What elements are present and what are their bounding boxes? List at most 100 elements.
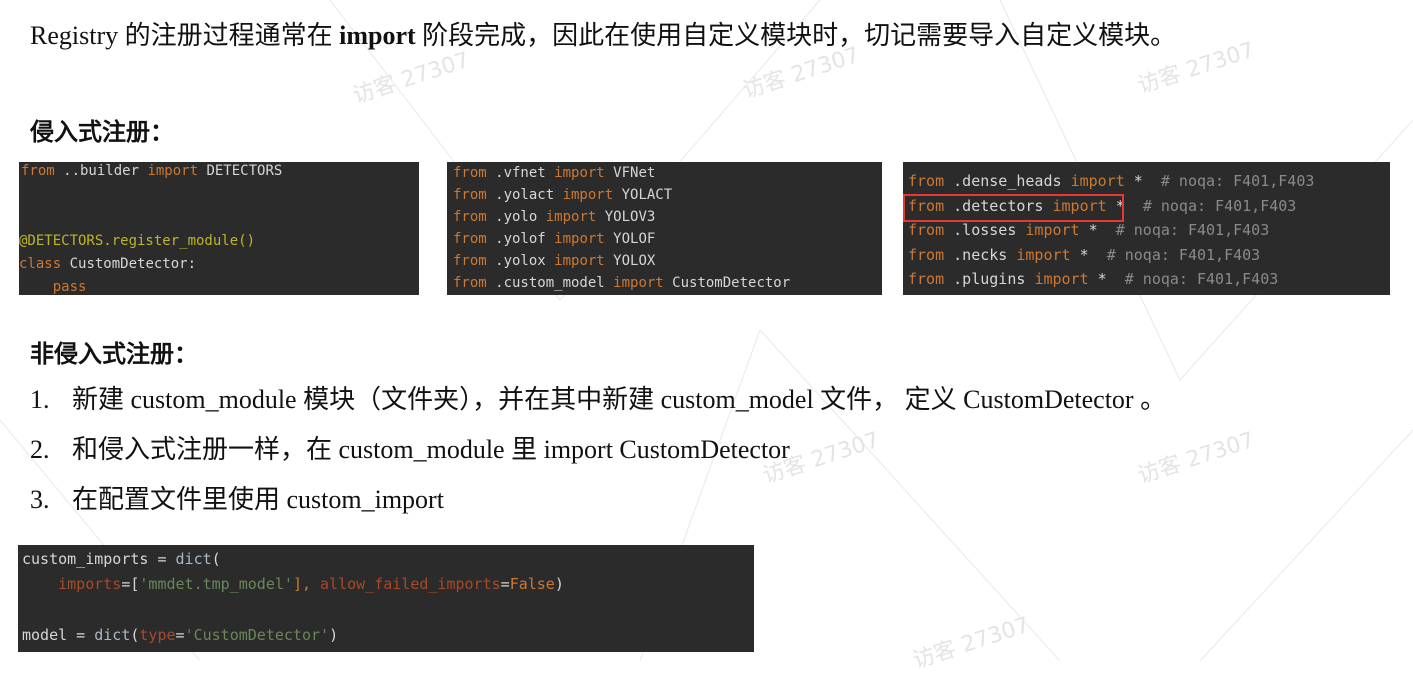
- keyword: import: [1025, 221, 1080, 239]
- keyword: class: [19, 256, 62, 272]
- keyword: import: [1016, 245, 1071, 264]
- code-block-config: custom_imports = dict( imports=['mmdet.t…: [18, 545, 754, 652]
- intro-text-2: 阶段完成，因此在使用自定义模块时，切记需要导入自定义模块。: [415, 21, 1177, 50]
- highlight-box: [903, 194, 1124, 222]
- list-item: 2. 和侵入式注册一样，在 custom_module 里 import Cust…: [30, 433, 790, 467]
- code-module: .yolof: [486, 231, 555, 247]
- keyword: import: [562, 187, 614, 203]
- code-text: CustomDetector:: [61, 256, 197, 272]
- code-text: ..builder: [54, 163, 148, 179]
- code-line: from .plugins import * # noqa: F401,F403: [908, 270, 1278, 288]
- watermark: 访客 27307: [909, 612, 1033, 674]
- code-comment: # noqa: F401,F403: [1160, 172, 1315, 190]
- code-name: YOLOF: [604, 231, 656, 247]
- intro-text: Registry 的注册过程通常在: [30, 21, 340, 50]
- code-line: from .yolox import YOLOX: [453, 253, 655, 269]
- code-name: CustomDetector: [663, 275, 791, 291]
- code-module: .dense_heads: [944, 172, 1071, 190]
- code-line: @DETECTORS.register_module(): [19, 233, 256, 249]
- code-text: *: [1124, 172, 1161, 190]
- code-line: class CustomDetector:: [19, 256, 196, 272]
- code-module: .plugins: [944, 270, 1035, 288]
- list-text: 新建 custom_module 模块（文件夹），并在其中新建 custom_m…: [72, 385, 1167, 414]
- keyword: from: [908, 245, 945, 264]
- code-line: imports=['mmdet.tmp_model'], allow_faile…: [22, 575, 564, 593]
- keyword: import: [1034, 270, 1089, 288]
- code-module: .vfnet: [486, 165, 555, 181]
- code-text: model =: [22, 626, 95, 644]
- keyword: from: [453, 253, 487, 269]
- code-line: custom_imports = dict(: [22, 550, 221, 568]
- code-text: *: [1079, 221, 1116, 239]
- code-line: model = dict(type='CustomDetector'): [22, 626, 338, 644]
- code-text: =[: [121, 575, 140, 593]
- code-param: allow_failed_imports: [320, 575, 501, 593]
- keyword: from: [21, 163, 55, 179]
- keyword: import: [545, 209, 597, 225]
- watermark: 访客 27307: [1134, 427, 1258, 489]
- code-name: YOLACT: [613, 187, 673, 203]
- code-line: from ..builder import DETECTORS: [21, 163, 282, 179]
- code-string: 'CustomDetector': [184, 626, 330, 644]
- code-text: (: [211, 550, 221, 568]
- code-text: DETECTORS: [198, 163, 283, 179]
- code-line: from .vfnet import VFNet: [453, 165, 655, 181]
- code-param: type: [139, 626, 176, 644]
- code-module: .yolo: [486, 209, 546, 225]
- list-number: 3.: [30, 485, 50, 514]
- keyword: import: [147, 163, 199, 179]
- code-line: from .yolact import YOLACT: [453, 187, 672, 203]
- code-function: dict: [175, 550, 212, 568]
- keyword: from: [908, 221, 945, 239]
- keyword: from: [908, 270, 945, 288]
- keyword: import: [554, 165, 605, 181]
- heading-nonintrusive: 非侵入式注册：: [30, 340, 198, 368]
- code-line: pass: [19, 279, 87, 295]
- list-number: 1.: [30, 385, 50, 414]
- keyword: import: [613, 275, 664, 291]
- keyword: from: [453, 187, 487, 203]
- code-text: *: [1088, 270, 1125, 288]
- keyword: import: [1070, 172, 1125, 190]
- code-text: =: [500, 575, 510, 593]
- code-block-imports: from .vfnet import VFNet from .yolact imp…: [447, 162, 882, 295]
- code-text: custom_imports =: [22, 550, 176, 568]
- code-comment: # noqa: F401,F403: [1124, 270, 1279, 288]
- code-text: ): [329, 626, 339, 644]
- list-text: 在配置文件里使用 custom_import: [72, 485, 444, 514]
- code-comment: # noqa: F401,F403: [1106, 245, 1261, 264]
- keyword: from: [453, 165, 487, 181]
- code-line: from .yolo import YOLOV3: [453, 209, 655, 225]
- keyword: import: [554, 253, 605, 269]
- list-item: 1. 新建 custom_module 模块（文件夹），并在其中新建 custom…: [30, 383, 1166, 417]
- code-function: dict: [94, 626, 131, 644]
- code-module: .losses: [944, 221, 1026, 239]
- code-text: =: [175, 626, 185, 644]
- code-comment: # noqa: F401,F403: [1115, 221, 1270, 239]
- code-comment: # noqa: F401,F403: [1142, 196, 1297, 215]
- code-block-init: from .dense_heads import * # noqa: F401,…: [903, 162, 1390, 295]
- code-value: False: [509, 575, 555, 593]
- code-param: imports: [58, 575, 122, 593]
- code-module: .yolact: [486, 187, 563, 203]
- keyword: import: [554, 231, 605, 247]
- intro-bold-import: import: [339, 21, 416, 50]
- code-line: from .custom_model import CustomDetector: [453, 275, 790, 291]
- code-module: .necks: [944, 245, 1017, 264]
- code-line: from .losses import * # noqa: F401,F403: [908, 221, 1269, 239]
- list-number: 2.: [30, 435, 50, 464]
- code-line: from .necks import * # noqa: F401,F403: [908, 246, 1260, 264]
- intro-paragraph: Registry 的注册过程通常在 import 阶段完成，因此在使用自定义模块…: [30, 18, 1176, 54]
- code-text: ],: [292, 575, 321, 593]
- code-module: .yolox: [486, 253, 555, 269]
- code-name: YOLOV3: [596, 209, 656, 225]
- code-name: VFNet: [604, 165, 656, 181]
- heading-intrusive: 侵入式注册：: [30, 118, 174, 146]
- keyword: from: [453, 209, 487, 225]
- code-block-register: from ..builder import DETECTORS @DETECTO…: [19, 162, 419, 295]
- code-name: YOLOX: [604, 253, 656, 269]
- list-item: 3. 在配置文件里使用 custom_import: [30, 483, 444, 517]
- keyword: from: [908, 172, 945, 190]
- code-text: ): [554, 575, 564, 593]
- code-text: *: [1070, 245, 1107, 264]
